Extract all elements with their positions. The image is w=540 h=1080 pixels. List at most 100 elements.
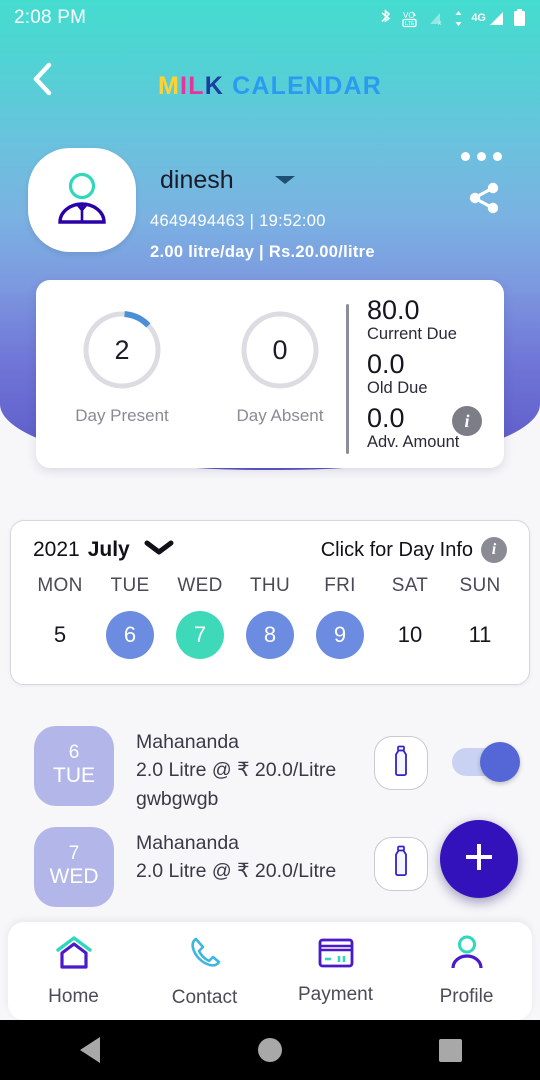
day-present-label: Day Present <box>75 406 169 425</box>
delivery-details: Mahananda 2.0 Litre @ ₹ 20.0/Litre gwbgw… <box>136 726 374 813</box>
status-bar: 2:08 PM VO LTE x 4G <box>0 0 540 36</box>
android-recents-button[interactable] <box>390 1038 510 1062</box>
profile-dropdown-button[interactable] <box>272 172 298 193</box>
battery-icon <box>513 9 526 27</box>
more-options-button[interactable] <box>461 152 502 161</box>
chevron-down-icon <box>272 175 298 192</box>
day-absent-value: 0 <box>272 334 288 365</box>
nav-item-profile[interactable]: Profile <box>401 935 532 1008</box>
calendar-date-11: 11 <box>468 622 492 647</box>
nav-label-contact: Contact <box>171 986 238 1008</box>
calendar-dates-row: 5 6 7 8 9 10 11 <box>11 611 529 659</box>
calendar-weekday-row: MON TUE WED THU FRI SAT SUN <box>11 575 529 597</box>
bluetooth-icon <box>378 9 393 27</box>
calendar-date-cell[interactable]: 5 <box>25 611 95 659</box>
android-home-button[interactable] <box>210 1038 330 1062</box>
calendar-date-9: 9 <box>316 611 364 659</box>
day-present-value: 2 <box>114 334 130 365</box>
title-letter-l: L <box>188 72 205 100</box>
nav-label-home: Home <box>48 985 99 1007</box>
delivery-vendor: Mahananda <box>136 831 240 854</box>
calendar-date-cell[interactable]: 11 <box>445 611 515 659</box>
day-present-ring: 2 <box>80 308 164 392</box>
credit-card-icon <box>316 937 356 974</box>
recents-square-icon <box>438 1038 462 1062</box>
delivery-day-name: WED <box>49 865 99 889</box>
user-avatar-icon <box>51 167 113 234</box>
share-icon <box>464 182 504 222</box>
avatar[interactable] <box>28 148 136 252</box>
android-navigation-bar <box>0 1020 540 1080</box>
delivery-quantity: 2.0 Litre @ ₹ 20.0/Litre <box>136 860 337 883</box>
day-absent-ring: 0 <box>238 308 322 392</box>
calendar-month: July <box>87 538 130 561</box>
toggle-knob <box>480 742 520 782</box>
day-info-text: Click for Day Info <box>320 538 473 561</box>
weekday-label: THU <box>250 575 290 596</box>
status-bar-clock: 2:08 PM <box>14 7 87 28</box>
svg-text:LTE: LTE <box>405 21 415 27</box>
calendar-card: 2021 July Click for Day Info i MON TUE W… <box>10 520 530 685</box>
calendar-date-cell[interactable]: 7 <box>165 611 235 659</box>
calendar-date-7: 7 <box>176 611 224 659</box>
delivery-vendor: Mahananda <box>136 731 240 753</box>
volte-icon: VO LTE <box>400 9 422 28</box>
app-screen: 2:08 PM VO LTE x 4G MILK CALENDAR dinesh… <box>0 0 540 1080</box>
day-present-stat: 2 Day Present <box>60 308 184 426</box>
add-delivery-fab[interactable] <box>440 820 518 898</box>
delivery-quantity: 2.0 Litre @ ₹ 20.0/Litre <box>136 759 337 782</box>
delivery-day-number: 6 <box>68 742 80 764</box>
phone-icon <box>186 934 224 977</box>
list-item[interactable]: 6 TUE Mahananda 2.0 Litre @ ₹ 20.0/Litre… <box>0 712 540 813</box>
share-button[interactable] <box>464 178 504 223</box>
android-back-button[interactable] <box>30 1037 150 1063</box>
status-bar-icons: VO LTE x 4G <box>378 9 526 28</box>
calendar-date-cell[interactable]: 6 <box>95 611 165 659</box>
delivery-date-badge: 7 WED <box>34 826 114 907</box>
delivery-day-number: 7 <box>68 843 80 865</box>
more-options-icon <box>493 152 502 161</box>
title-calendar-word: CALENDAR <box>232 72 382 100</box>
more-options-icon <box>461 152 470 161</box>
info-icon: i <box>481 537 507 563</box>
milk-bottle-button[interactable] <box>374 836 428 891</box>
calendar-date-cell[interactable]: 10 <box>375 611 445 659</box>
delivery-details: Mahananda 2.0 Litre @ ₹ 20.0/Litre <box>136 827 374 886</box>
nav-item-payment[interactable]: Payment <box>270 937 401 1006</box>
weekday-label: WED <box>177 575 223 596</box>
delivery-day-name: TUE <box>53 764 95 788</box>
calendar-date-cell[interactable]: 9 <box>305 611 375 659</box>
calendar-date-8: 8 <box>246 611 294 659</box>
current-due-label: Current Due <box>367 325 457 344</box>
nav-label-profile: Profile <box>439 985 494 1007</box>
nav-item-home[interactable]: Home <box>8 935 139 1008</box>
milk-bottle-button[interactable] <box>374 736 428 790</box>
dues-section: 80.0 Current Due 0.0 Old Due 0.0 Adv. Am… <box>349 280 504 458</box>
day-absent-label: Day Absent <box>236 406 324 425</box>
home-circle-icon <box>258 1038 282 1062</box>
nav-label-payment: Payment <box>298 983 373 1005</box>
day-absent-stat: 0 Day Absent <box>218 308 342 426</box>
month-dropdown-button[interactable] <box>144 539 174 562</box>
adv-amount-value: 0.0 <box>367 403 405 434</box>
title-letter-i: I <box>180 72 189 100</box>
chevron-down-icon <box>144 540 174 561</box>
calendar-date-cell[interactable]: 8 <box>235 611 305 659</box>
plus-icon <box>459 837 499 882</box>
profile-name[interactable]: dinesh <box>160 166 234 195</box>
delivery-toggle[interactable] <box>452 742 520 782</box>
nav-item-contact[interactable]: Contact <box>139 934 270 1009</box>
delivery-note: gwbgwgb <box>136 787 219 810</box>
page-title: MILK CALENDAR <box>0 72 540 101</box>
sim-no-signal-icon: x <box>429 10 446 26</box>
day-info-button[interactable]: Click for Day Info i <box>321 537 507 563</box>
weekday-label: TUE <box>110 575 150 596</box>
milk-bottle-icon <box>391 745 411 782</box>
title-letter-k: K <box>204 72 224 100</box>
current-due-amount: 80.0 <box>367 295 420 325</box>
title-letter-m: M <box>158 72 181 100</box>
signal-icon <box>489 11 506 26</box>
bottom-navigation: Home Contact Payment Profile <box>8 922 532 1020</box>
milk-bottle-icon <box>391 845 411 882</box>
data-transfer-icon <box>453 10 464 27</box>
